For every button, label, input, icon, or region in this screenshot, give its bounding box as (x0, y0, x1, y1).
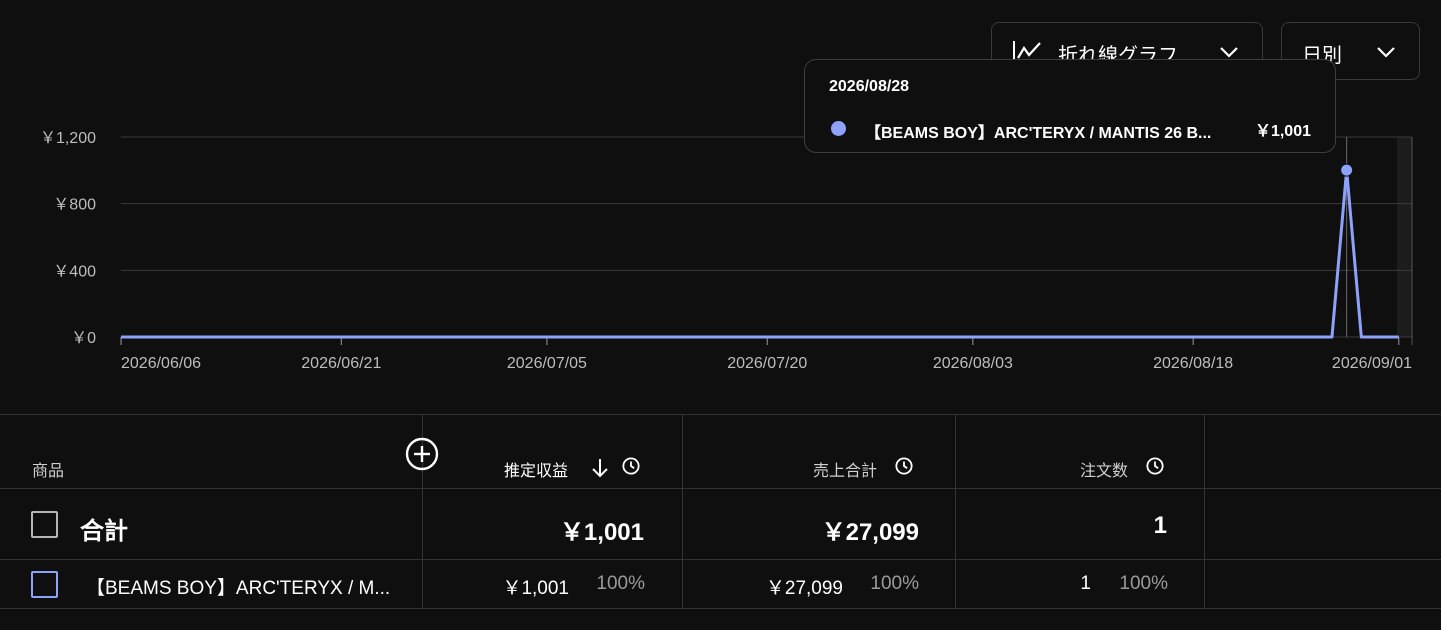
x-tick-label: 2026/06/21 (301, 355, 381, 372)
total-checkbox[interactable] (31, 511, 58, 538)
x-tick-label: 2026/07/20 (727, 355, 807, 372)
row-product-name[interactable]: 【BEAMS BOY】ARC'TERYX / M... (86, 573, 390, 600)
y-tick-label: ￥800 (53, 197, 96, 214)
total-label: 合計 (80, 518, 128, 545)
chevron-down-icon (1377, 47, 1395, 58)
add-column-icon[interactable] (404, 436, 440, 472)
tooltip-series-marker (831, 121, 846, 136)
row-checkbox[interactable] (31, 571, 58, 598)
row-sales: ￥27,099 (765, 578, 843, 599)
product-table: 商品 推定収益 売上合計 注文数 合計 ￥1,001 ￥27,099 1 【BE… (0, 414, 1441, 630)
data-point (1340, 163, 1354, 177)
y-tick-label: ￥1,200 (40, 130, 96, 147)
column-header-product: 商品 (32, 463, 65, 480)
x-tick-label: 2026/09/01 (1332, 355, 1412, 372)
clock-icon[interactable] (1146, 457, 1164, 475)
clock-icon[interactable] (622, 457, 640, 475)
x-tick-label: 2026/08/03 (933, 355, 1013, 372)
column-header-revenue[interactable]: 推定収益 (504, 457, 568, 481)
row-sales-pct: 100% (870, 573, 919, 594)
current-period-band (1397, 137, 1412, 337)
column-header-orders[interactable]: 注文数 (1080, 457, 1128, 481)
tooltip-product: 【BEAMS BOY】ARC'TERYX / MANTIS 26 B... (865, 125, 1212, 142)
total-orders: 1 (1153, 512, 1167, 539)
row-revenue: ￥1,001 (502, 578, 569, 599)
sort-descending-icon[interactable] (590, 457, 610, 479)
series-line (121, 168, 1399, 339)
y-tick-label: ￥0 (71, 330, 96, 347)
chart-tooltip: 2026/08/28 【BEAMS BOY】ARC'TERYX / MANTIS… (804, 59, 1336, 153)
tooltip-date: 2026/08/28 (829, 78, 910, 95)
row-orders-pct: 100% (1119, 573, 1168, 594)
total-revenue: ￥1,001 (559, 519, 644, 546)
column-header-sales[interactable]: 売上合計 (813, 457, 877, 481)
row-revenue-pct: 100% (596, 573, 645, 594)
x-tick-label: 2026/08/18 (1153, 355, 1233, 372)
tooltip-value: ￥1,001 (1254, 123, 1311, 140)
x-tick-label: 2026/07/05 (507, 355, 587, 372)
x-tick-label: 2026/06/06 (121, 355, 201, 372)
row-orders: 1 (1080, 573, 1091, 594)
total-sales: ￥27,099 (821, 519, 919, 546)
clock-icon[interactable] (895, 457, 913, 475)
y-tick-label: ￥400 (53, 263, 96, 280)
